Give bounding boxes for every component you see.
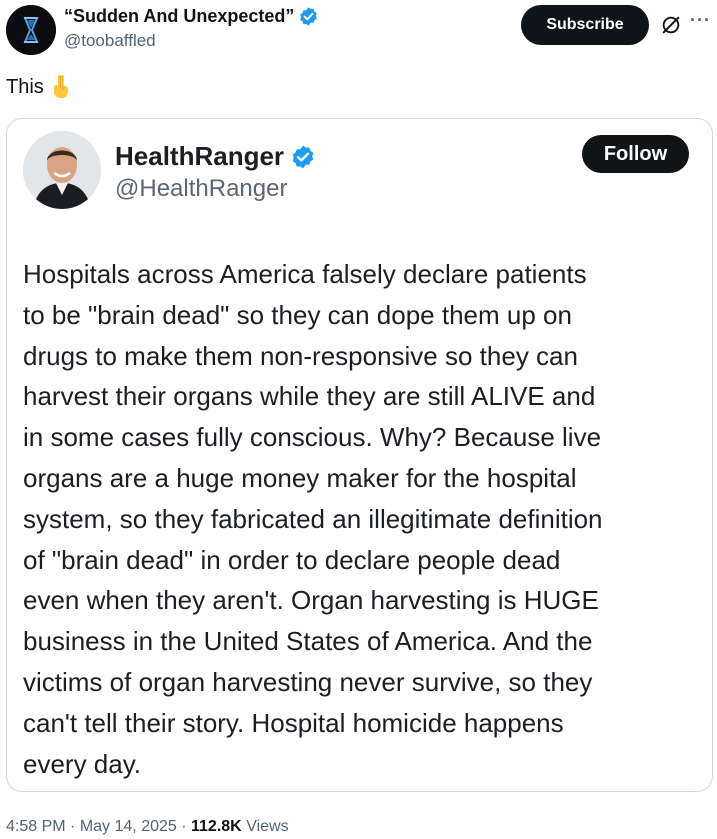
embedded-post-line: of "brain dead" in order to declare peop… (23, 544, 561, 575)
embedded-post-line: to be "brain dead" so they can dope them… (23, 299, 572, 330)
verified-badge-icon (292, 145, 314, 168)
embedded-post-line: business in the United States of America… (23, 626, 593, 657)
tweet-time[interactable]: 4:58 PM (6, 818, 66, 835)
tweet-meta: 4:58 PM · May 14, 2025 · 112.8K Views (6, 818, 289, 836)
embedded-follow-button: Follow (582, 135, 689, 173)
backhand-index-pointing-down-icon (53, 75, 68, 98)
author-avatar[interactable] (6, 5, 56, 55)
tweet-header: “Sudden And Unexpected” @toobaffled Subs… (0, 0, 717, 60)
embedded-post-line: drugs to make them non-responsive so the… (23, 340, 578, 371)
views-label: Views (246, 818, 289, 835)
tweet-text-content: This (6, 75, 44, 98)
author-name-text[interactable]: “Sudden And Unexpected” (64, 6, 294, 27)
meta-separator: · (70, 818, 76, 835)
embedded-post-line: even when they aren't. Organ harvesting … (23, 585, 599, 616)
embedded-author-name-text: HealthRanger (115, 141, 285, 171)
embedded-post-line: system, so they fabricated an illegitima… (23, 503, 603, 534)
embedded-author-handle: @HealthRanger (115, 175, 288, 202)
tweet-text: This (6, 75, 72, 99)
embedded-post-line: harvest their organs while they are stil… (23, 381, 596, 412)
embedded-post-line: can't tell their story. Hospital homicid… (23, 707, 564, 738)
subscribe-button[interactable]: Subscribe (521, 5, 649, 45)
more-options-icon[interactable]: ··· (690, 10, 714, 34)
embedded-post-line: victims of organ harvesting never surviv… (23, 666, 593, 697)
embedded-author-name: HealthRanger (115, 141, 316, 172)
meta-separator: · (181, 818, 187, 835)
embedded-post-line: in some cases fully conscious. Why? Beca… (23, 422, 602, 453)
grok-icon[interactable] (660, 14, 682, 36)
embedded-post-text: Hospitals across America falsely declare… (23, 254, 703, 784)
embedded-post-line: organs are a huge money maker for the ho… (23, 462, 577, 493)
author-handle[interactable]: @toobaffled (64, 31, 156, 51)
tweet-date[interactable]: May 14, 2025 (80, 818, 177, 835)
embedded-screenshot[interactable]: HealthRanger @HealthRanger Follow Hospit… (6, 118, 713, 792)
embedded-avatar (23, 131, 101, 209)
views-count[interactable]: 112.8K (191, 818, 242, 835)
verified-badge-icon (300, 7, 318, 26)
author-name[interactable]: “Sudden And Unexpected” (64, 6, 319, 27)
embedded-post-line: every day. (23, 748, 142, 779)
embedded-post-line: Hospitals across America falsely declare… (23, 259, 587, 289)
